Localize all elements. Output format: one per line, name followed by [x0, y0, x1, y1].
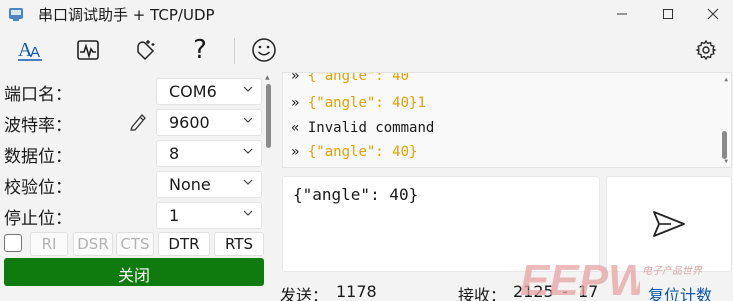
data-bits-select[interactable]: 8: [156, 140, 262, 167]
log-text: {"angle": 40}1: [307, 95, 426, 111]
log-direction: «: [291, 120, 300, 136]
log-text: {"angle": 40}: [307, 144, 418, 160]
dsr-indicator: DSR: [73, 232, 113, 256]
log-text: {"angle": 40: [307, 72, 410, 84]
sent-count: 1178: [336, 282, 377, 301]
chevron-down-icon: [243, 148, 253, 154]
scroll-up-icon[interactable]: ▲: [724, 76, 728, 83]
baud-row: 波特率： 9600: [0, 107, 272, 137]
sparkle-icon: [137, 40, 155, 61]
parity-label: 校验位：: [4, 178, 72, 198]
font-icon: A A: [18, 39, 42, 61]
signal-checkbox[interactable]: [4, 234, 22, 252]
log-direction: »: [291, 144, 300, 160]
stop-bits-value: 1: [169, 206, 180, 225]
close-port-button[interactable]: 关闭: [4, 258, 264, 286]
font-button[interactable]: A A: [12, 34, 48, 66]
parity-row: 校验位： None: [0, 169, 272, 199]
dtr-toggle[interactable]: DTR: [158, 232, 210, 256]
effects-button[interactable]: [126, 34, 162, 66]
port-select[interactable]: COM6: [156, 78, 262, 105]
waveform-button[interactable]: [70, 34, 106, 66]
scroll-up-icon[interactable]: ▲: [265, 74, 270, 81]
reset-count-link[interactable]: 复位计数: [648, 282, 712, 301]
svg-text:EEPW: EEPW: [520, 256, 640, 301]
toolbar: A A ?: [0, 30, 733, 68]
data-bits-value: 8: [169, 144, 180, 163]
help-button[interactable]: ?: [182, 34, 218, 66]
data-bits-row: 数据位： 8: [0, 138, 272, 168]
waveform-icon: [77, 40, 99, 60]
eepw-watermark-logo: EEPW: [520, 256, 640, 301]
baud-value: 9600: [169, 113, 210, 132]
sent-label: 发送：: [280, 286, 329, 301]
port-value: COM6: [169, 82, 217, 101]
stop-bits-label: 停止位：: [4, 209, 72, 229]
baud-select[interactable]: 9600: [156, 109, 262, 136]
chevron-down-icon: [243, 117, 253, 123]
gear-icon: [695, 39, 717, 61]
recv-label: 接收：: [458, 286, 507, 301]
parity-select[interactable]: None: [156, 171, 262, 198]
log-text: Invalid command: [307, 120, 435, 136]
log-line: « Invalid command: [291, 120, 434, 136]
stop-bits-row: 停止位： 1: [0, 200, 272, 230]
receive-log[interactable]: » {"angle": 40 » {"angle": 40}1 « Invali…: [282, 72, 732, 168]
pen-icon[interactable]: [128, 111, 150, 131]
scroll-down-icon[interactable]: ▼: [724, 158, 728, 165]
port-row: 端口名： COM6: [0, 76, 272, 106]
rts-toggle[interactable]: RTS: [214, 232, 264, 256]
svg-text:A: A: [30, 44, 40, 61]
maximize-icon: [663, 9, 673, 19]
baud-label: 波特率：: [4, 116, 72, 136]
settings-scrollbar[interactable]: [266, 84, 271, 148]
chevron-down-icon: [243, 179, 253, 185]
log-line: » {"angle": 40}1: [291, 95, 426, 111]
log-direction: »: [291, 72, 300, 84]
parity-value: None: [169, 175, 211, 194]
smiley-icon: [252, 38, 276, 62]
ri-indicator: RI: [30, 232, 68, 256]
close-window-button[interactable]: [690, 0, 733, 28]
window-title: 串口调试助手 + TCP/UDP: [38, 6, 215, 24]
receive-scrollbar[interactable]: [722, 131, 727, 159]
minimize-button[interactable]: [599, 0, 645, 28]
settings-button[interactable]: [688, 34, 724, 66]
send-icon: [653, 211, 685, 237]
cts-indicator: CTS: [116, 232, 154, 256]
app-icon: [9, 8, 23, 21]
app-window: 串口调试助手 + TCP/UDP A A ? 端口名： COM6 波特率： 96…: [0, 0, 733, 301]
chevron-down-icon: [243, 86, 253, 92]
port-label: 端口名：: [4, 85, 72, 105]
emoji-button[interactable]: [246, 34, 282, 66]
minimize-icon: [617, 13, 627, 15]
log-direction: »: [291, 95, 300, 111]
log-line: » {"angle": 40: [291, 72, 410, 84]
stop-bits-select[interactable]: 1: [156, 202, 262, 229]
data-bits-label: 数据位：: [4, 147, 72, 167]
maximize-button[interactable]: [645, 0, 691, 28]
log-line: » {"angle": 40}: [291, 144, 417, 160]
watermark-subtitle: 电子产品世界: [642, 266, 702, 277]
serial-settings-panel: 端口名： COM6 波特率： 9600 数据位： 8 校验位： None 停止位…: [0, 72, 272, 301]
close-icon: [707, 8, 719, 20]
toolbar-separator: [234, 38, 235, 64]
chevron-down-icon: [243, 210, 253, 216]
title-bar: 串口调试助手 + TCP/UDP: [0, 0, 733, 28]
help-icon: ?: [193, 35, 207, 65]
